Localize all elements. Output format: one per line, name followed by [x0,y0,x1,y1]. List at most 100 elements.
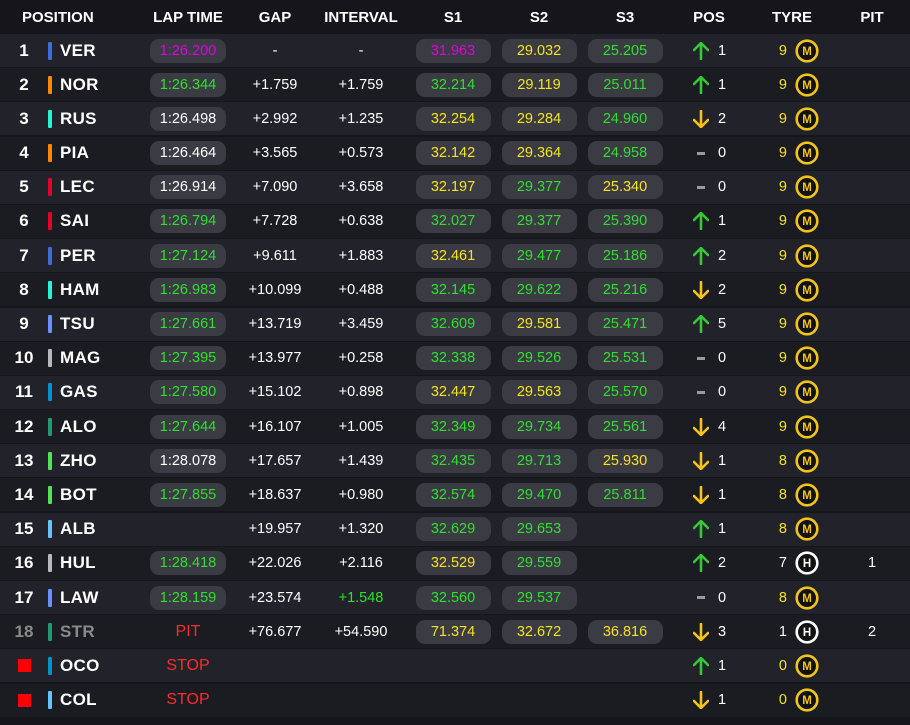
header-s3[interactable]: S3 [582,9,668,26]
header-s2[interactable]: S2 [496,9,582,26]
tyre-cell[interactable]: 8M [750,585,834,610]
tyre-cell[interactable]: 9M [750,175,834,199]
s2-cell: 29.526 [496,346,582,371]
table-row[interactable]: COL STOP 1 0 M [0,683,910,717]
table-row[interactable]: 14 BOT 1:27.855 +18.637 +0.980 32.574 29.470 25… [0,478,910,512]
s2-cell: 29.653 [496,517,582,542]
driver-cell[interactable]: STR [60,622,138,642]
table-row[interactable]: 6 SAI 1:26.794 +7.728 +0.638 32.027 29.377 25.3… [0,204,910,238]
svg-text:M: M [802,490,812,502]
s3-pill: 25.531 [587,346,663,371]
arrow-down-icon [692,280,710,299]
tyre-cell[interactable]: 9M [750,380,834,404]
position-cell: 9 [0,314,48,334]
tyre-cell[interactable]: 9M [750,244,834,268]
tyre-cell[interactable]: 8M [750,449,834,473]
driver-cell[interactable]: COL [60,690,138,710]
position-number: 12 [14,416,34,436]
tyre-cell[interactable]: 9M [750,312,834,336]
header-position[interactable]: POSITION [0,9,138,26]
driver-cell[interactable]: RUS [60,109,138,129]
driver-cell[interactable]: PIA [60,143,138,163]
tyre-cell[interactable]: 9M [750,414,834,439]
table-row[interactable]: 13 ZHO 1:28.078 +17.657 +1.439 32.435 29.713 25… [0,444,910,478]
driver-cell[interactable]: LEC [60,177,138,197]
driver-cell[interactable]: ZHO [60,451,138,471]
driver-cell[interactable]: HUL [60,553,138,573]
header-interval[interactable]: INTERVAL [312,9,410,26]
medium-tyre-icon: M [795,414,819,439]
position-change-cell: 1 [668,485,750,504]
table-row[interactable]: 5 LEC 1:26.914 +7.090 +3.658 32.197 29.377 25.3… [0,170,910,204]
table-row[interactable]: 4 PIA 1:26.464 +3.565 +0.573 32.142 29.364 24.9… [0,136,910,170]
gap-cell: +3.565 [238,145,312,161]
tyre-cell[interactable]: 9M [750,107,834,131]
table-row[interactable]: 2 NOR 1:26.344 +1.759 +1.759 32.214 29.119 25.0… [0,68,910,102]
tyre-cell[interactable]: 9M [750,346,834,370]
header-lap-time[interactable]: LAP TIME [138,9,238,26]
driver-cell[interactable]: NOR [60,75,138,95]
s1-cell: 32.338 [410,346,496,371]
driver-cell[interactable]: MAG [60,348,138,368]
table-row[interactable]: 16 HUL 1:28.418 +22.026 +2.116 32.529 29.559 2 7… [0,546,910,580]
driver-cell[interactable]: VER [60,41,138,61]
tyre-cell[interactable]: 0M [750,654,834,678]
driver-cell[interactable]: ALB [60,519,138,539]
s1-pill: 71.374 [415,619,491,644]
tyre-cell[interactable]: 9M [750,141,834,165]
tyre-laps: 9 [778,316,787,332]
s3-pill: 25.930 [587,448,663,473]
interval-value: +0.638 [338,213,384,230]
interval-cell: +0.258 [312,350,410,366]
tyre-cell[interactable]: 9M [750,38,834,63]
driver-cell[interactable]: GAS [60,382,138,402]
tyre-cell[interactable]: 7H [750,551,834,575]
tyre-cell[interactable]: 9M [750,278,834,302]
table-row[interactable]: 8 HAM 1:26.983 +10.099 +0.488 32.145 29.622 25.… [0,273,910,307]
tyre-cell[interactable]: 9M [750,73,834,97]
table-row[interactable]: 18 STR PIT +76.677 +54.590 71.374 32.672 36.816… [0,615,910,649]
tyre-cell[interactable]: 0M [750,688,834,712]
s1-value: 31.963 [430,42,476,59]
gap-value: +10.099 [248,281,302,298]
table-row[interactable]: OCO STOP 1 0 M [0,649,910,683]
header-gap[interactable]: GAP [238,9,312,26]
driver-cell[interactable]: SAI [60,211,138,231]
table-row[interactable]: 12 ALO 1:27.644 +16.107 +1.005 32.349 29.734 25… [0,410,910,444]
tyre-cell[interactable]: 1H [750,620,834,644]
arrow-down-icon [692,109,710,128]
table-row[interactable]: 17 LAW 1:28.159 +23.574 +1.548 32.560 29.537 0 8… [0,581,910,614]
driver-cell[interactable]: PER [60,246,138,266]
header-pos[interactable]: POS [668,9,750,26]
s2-cell: 29.581 [496,312,582,336]
table-row[interactable]: 11 GAS 1:27.580 +15.102 +0.898 32.447 29.563 25… [0,375,910,409]
svg-text:M: M [802,319,812,331]
s3-cell: 25.570 [582,380,668,405]
driver-cell[interactable]: HAM [60,280,138,300]
tyre-cell[interactable]: 9M [750,209,834,234]
lap-time-value: 1:27.395 [159,350,217,367]
s3-pill: 24.960 [587,106,663,131]
table-row[interactable]: 1 VER 1:26.200- -31.963 29.032 25.205 1 9 M [0,34,910,67]
table-row[interactable]: 3 RUS 1:26.498 +2.992 +1.235 32.254 29.284 24.9… [0,102,910,136]
driver-cell[interactable]: BOT [60,485,138,505]
team-color-bar [48,383,52,402]
header-pit[interactable]: PIT [834,9,910,26]
table-row[interactable]: 15 ALB +19.957 +1.320 32.629 29.653 1 8 M [0,512,910,546]
gap-value: +15.102 [248,384,302,401]
driver-cell[interactable]: ALO [60,417,138,437]
driver-cell[interactable]: OCO [60,656,138,676]
driver-cell[interactable]: LAW [60,588,138,608]
interval-value: +54.590 [334,623,388,640]
header-s1[interactable]: S1 [410,9,496,26]
tyre-cell[interactable]: 8M [750,517,834,541]
tyre-cell[interactable]: 8M [750,483,834,507]
driver-cell[interactable]: TSU [60,314,138,334]
header-tyre[interactable]: TYRE [750,9,834,26]
interval-value: +0.258 [338,350,384,367]
table-row[interactable]: 10 MAG 1:27.395 +13.977 +0.258 32.338 29.526 25… [0,341,910,375]
table-row[interactable]: 9 TSU 1:27.661 +13.719 +3.459 32.609 29.581 25.… [0,307,910,341]
s3-pill: 25.216 [587,277,663,302]
table-row[interactable]: 7 PER 1:27.124 +9.611 +1.883 32.461 29.477 25.1… [0,239,910,273]
s1-value: 71.374 [430,623,476,640]
